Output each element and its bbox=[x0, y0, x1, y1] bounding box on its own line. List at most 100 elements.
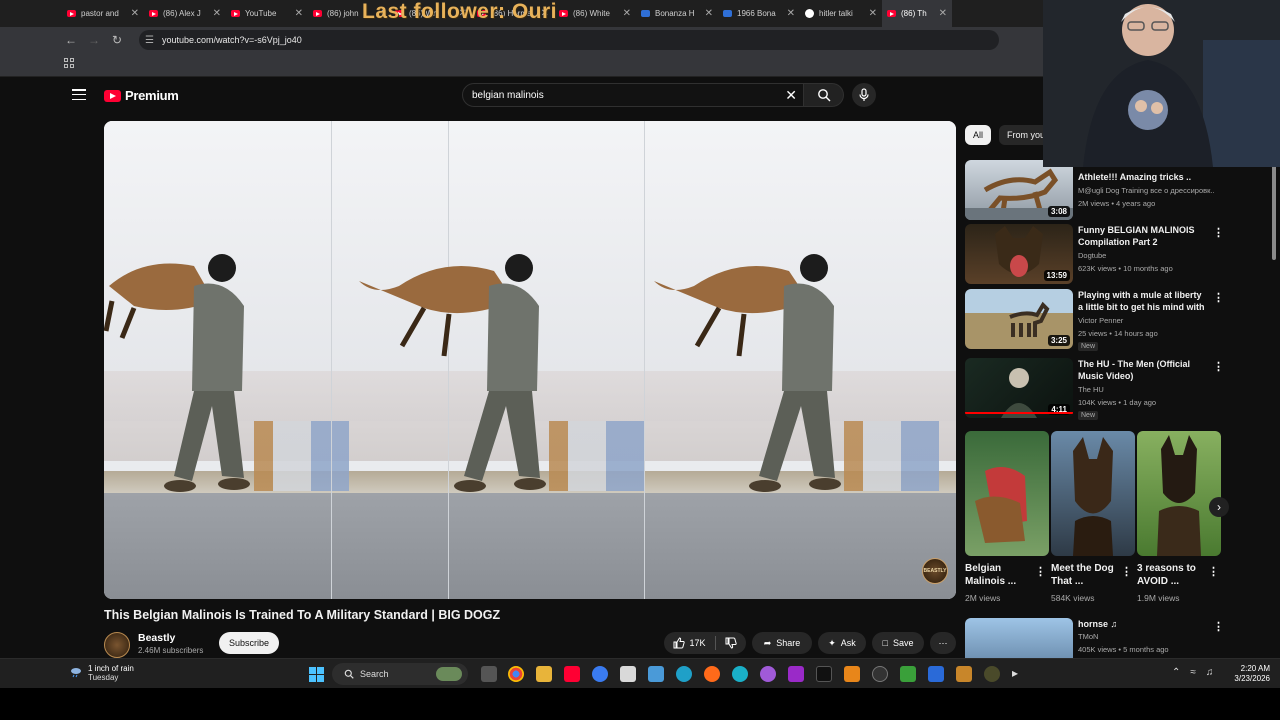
channel-name[interactable]: Beastly bbox=[138, 632, 175, 644]
short-title[interactable]: Belgian Malinois ... bbox=[965, 562, 1039, 588]
browser-tab[interactable]: pastor and ✕ bbox=[62, 0, 144, 27]
browser-tab[interactable]: 1966 Bona ✕ bbox=[718, 0, 800, 27]
subscribe-button[interactable]: Subscribe bbox=[219, 632, 279, 654]
back-arrow-icon[interactable]: ← bbox=[62, 31, 80, 49]
windows-start-icon[interactable] bbox=[309, 667, 324, 682]
browser-tab[interactable]: YouTube ✕ bbox=[226, 0, 308, 27]
reload-icon[interactable]: ↻ bbox=[108, 31, 126, 49]
app-icon[interactable] bbox=[844, 666, 860, 682]
chevron-right-icon[interactable]: › bbox=[1209, 497, 1229, 517]
recommendation-channel[interactable]: M@ugli Dog Training все о дрессировк.. bbox=[1078, 186, 1215, 195]
more-vertical-icon[interactable]: ⋮ bbox=[1213, 360, 1224, 373]
recommendation-item[interactable]: 4:11 The HU - The Men (Official Music Vi… bbox=[965, 358, 1227, 422]
close-icon[interactable]: ✕ bbox=[295, 8, 303, 19]
voice-search-button[interactable] bbox=[852, 83, 876, 107]
app-icon[interactable] bbox=[984, 666, 1000, 682]
recommendation-title[interactable]: Playing with a mule at liberty a little … bbox=[1078, 289, 1208, 313]
app-icon[interactable] bbox=[956, 666, 972, 682]
browser-tab-active[interactable]: (86) Th ✕ bbox=[882, 0, 952, 27]
close-icon[interactable]: ✕ bbox=[869, 8, 877, 19]
close-icon[interactable]: ✕ bbox=[787, 8, 795, 19]
close-icon[interactable]: ✕ bbox=[623, 8, 631, 19]
video-thumbnail[interactable] bbox=[965, 618, 1073, 658]
chrome-icon[interactable] bbox=[508, 666, 524, 682]
app-icon[interactable] bbox=[648, 666, 664, 682]
video-thumbnail[interactable]: 4:11 bbox=[965, 358, 1073, 418]
forward-arrow-icon[interactable]: → bbox=[85, 31, 103, 49]
firefox-icon[interactable] bbox=[704, 666, 720, 682]
close-icon[interactable]: ✕ bbox=[939, 8, 947, 19]
recommendation-channel[interactable]: The HU bbox=[1078, 385, 1104, 394]
app-icon[interactable] bbox=[788, 666, 804, 682]
search-button[interactable] bbox=[804, 83, 844, 107]
short-thumbnail[interactable] bbox=[1137, 431, 1221, 556]
short-title[interactable]: 3 reasons to AVOID ... bbox=[1137, 562, 1211, 588]
more-vertical-icon[interactable]: ⋮ bbox=[1208, 565, 1219, 578]
wifi-icon[interactable]: ≈ bbox=[1190, 667, 1196, 678]
like-button[interactable]: 17K bbox=[673, 637, 706, 649]
close-icon[interactable]: ✕ bbox=[131, 8, 139, 19]
youtube-app-icon[interactable] bbox=[564, 666, 580, 682]
edge-icon[interactable] bbox=[676, 666, 692, 682]
recommendation-title[interactable]: hornse ♫ bbox=[1078, 618, 1208, 630]
recommendation-item[interactable]: 3:08 Athlete!!! Amazing tricks .. M@ugli… bbox=[965, 160, 1227, 224]
app-icon[interactable] bbox=[760, 666, 776, 682]
browser-tab[interactable]: Bonanza H ✕ bbox=[636, 0, 718, 27]
site-settings-icon[interactable]: ☰ bbox=[145, 35, 154, 46]
video-thumbnail[interactable]: 3:08 bbox=[965, 160, 1073, 220]
browser-tab[interactable]: (86) White ✕ bbox=[554, 0, 636, 27]
browser-tab[interactable]: hitler talki ✕ bbox=[800, 0, 882, 27]
more-vertical-icon[interactable]: ⋮ bbox=[1035, 565, 1046, 578]
taskbar-search[interactable]: Search bbox=[332, 663, 468, 685]
menu-icon[interactable] bbox=[72, 89, 86, 100]
save-button[interactable]: □ Save bbox=[872, 632, 924, 654]
volume-icon[interactable]: ♫ bbox=[1206, 667, 1214, 678]
share-button[interactable]: ➦ Share bbox=[752, 632, 812, 654]
video-thumbnail[interactable]: 13:59 bbox=[965, 224, 1073, 284]
obs-icon[interactable] bbox=[872, 666, 888, 682]
browser-tab[interactable]: (86) Alex J ✕ bbox=[144, 0, 226, 27]
chip-all[interactable]: All bbox=[965, 125, 992, 145]
store-icon[interactable] bbox=[620, 666, 636, 682]
recommendation-title[interactable]: Athlete!!! Amazing tricks .. bbox=[1078, 171, 1208, 183]
terminal-icon[interactable] bbox=[816, 666, 832, 682]
taskbar-clock[interactable]: 2:20 AM 3/23/2026 bbox=[1226, 664, 1270, 684]
recommendation-channel[interactable]: Victor Penner bbox=[1078, 316, 1123, 325]
close-icon[interactable]: ✕ bbox=[213, 8, 221, 19]
messenger-icon[interactable] bbox=[592, 666, 608, 682]
recommendation-item[interactable]: hornse ♫ TMoN 405K views • 5 months ago … bbox=[965, 618, 1227, 658]
close-icon[interactable]: ✕ bbox=[705, 8, 713, 19]
search-input[interactable]: belgian malinois ✕ bbox=[462, 83, 804, 107]
short-title[interactable]: Meet the Dog That ... bbox=[1051, 562, 1125, 588]
chevron-up-icon[interactable]: ⌃ bbox=[1172, 667, 1180, 678]
more-vertical-icon[interactable]: ⋮ bbox=[1213, 226, 1224, 239]
weather-widget[interactable]: 1 inch of rain Tuesday bbox=[68, 664, 134, 682]
ask-button[interactable]: ✦ Ask bbox=[818, 632, 866, 654]
recommendation-channel[interactable]: TMoN bbox=[1078, 632, 1098, 641]
short-thumbnail[interactable] bbox=[1051, 431, 1135, 556]
thumbs-down-icon[interactable] bbox=[725, 637, 737, 649]
short-thumbnail[interactable] bbox=[965, 431, 1049, 556]
recommendation-item[interactable]: 13:59 Funny BELGIAN MALINOIS Compilation… bbox=[965, 224, 1227, 288]
recommendation-channel[interactable]: Dogtube bbox=[1078, 251, 1106, 260]
more-actions-button[interactable]: ⋯ bbox=[930, 632, 956, 654]
video-thumbnail[interactable]: 3:25 bbox=[965, 289, 1073, 349]
youtube-logo[interactable]: Premium bbox=[104, 88, 179, 103]
channel-avatar[interactable] bbox=[104, 632, 130, 658]
address-bar[interactable]: ☰ youtube.com/watch?v=-s6Vpj_jo40 bbox=[139, 30, 999, 50]
clear-search-icon[interactable]: ✕ bbox=[785, 87, 797, 104]
recommendation-title[interactable]: The HU - The Men (Official Music Video) bbox=[1078, 358, 1208, 382]
more-vertical-icon[interactable]: ⋮ bbox=[1213, 620, 1224, 633]
more-vertical-icon[interactable]: ⋮ bbox=[1121, 565, 1132, 578]
recommendation-item[interactable]: 3:25 Playing with a mule at liberty a li… bbox=[965, 289, 1227, 353]
video-player[interactable]: BEASTLY bbox=[104, 121, 956, 599]
more-apps-icon[interactable]: ▸ bbox=[1012, 666, 1028, 682]
apps-grid-icon[interactable] bbox=[64, 58, 74, 68]
app-icon[interactable] bbox=[900, 666, 916, 682]
file-explorer-icon[interactable] bbox=[536, 666, 552, 682]
app-icon[interactable] bbox=[928, 666, 944, 682]
more-vertical-icon[interactable]: ⋮ bbox=[1213, 291, 1224, 304]
channel-watermark[interactable]: BEASTLY bbox=[922, 558, 948, 584]
app-icon[interactable] bbox=[732, 666, 748, 682]
task-view-icon[interactable] bbox=[481, 666, 497, 682]
